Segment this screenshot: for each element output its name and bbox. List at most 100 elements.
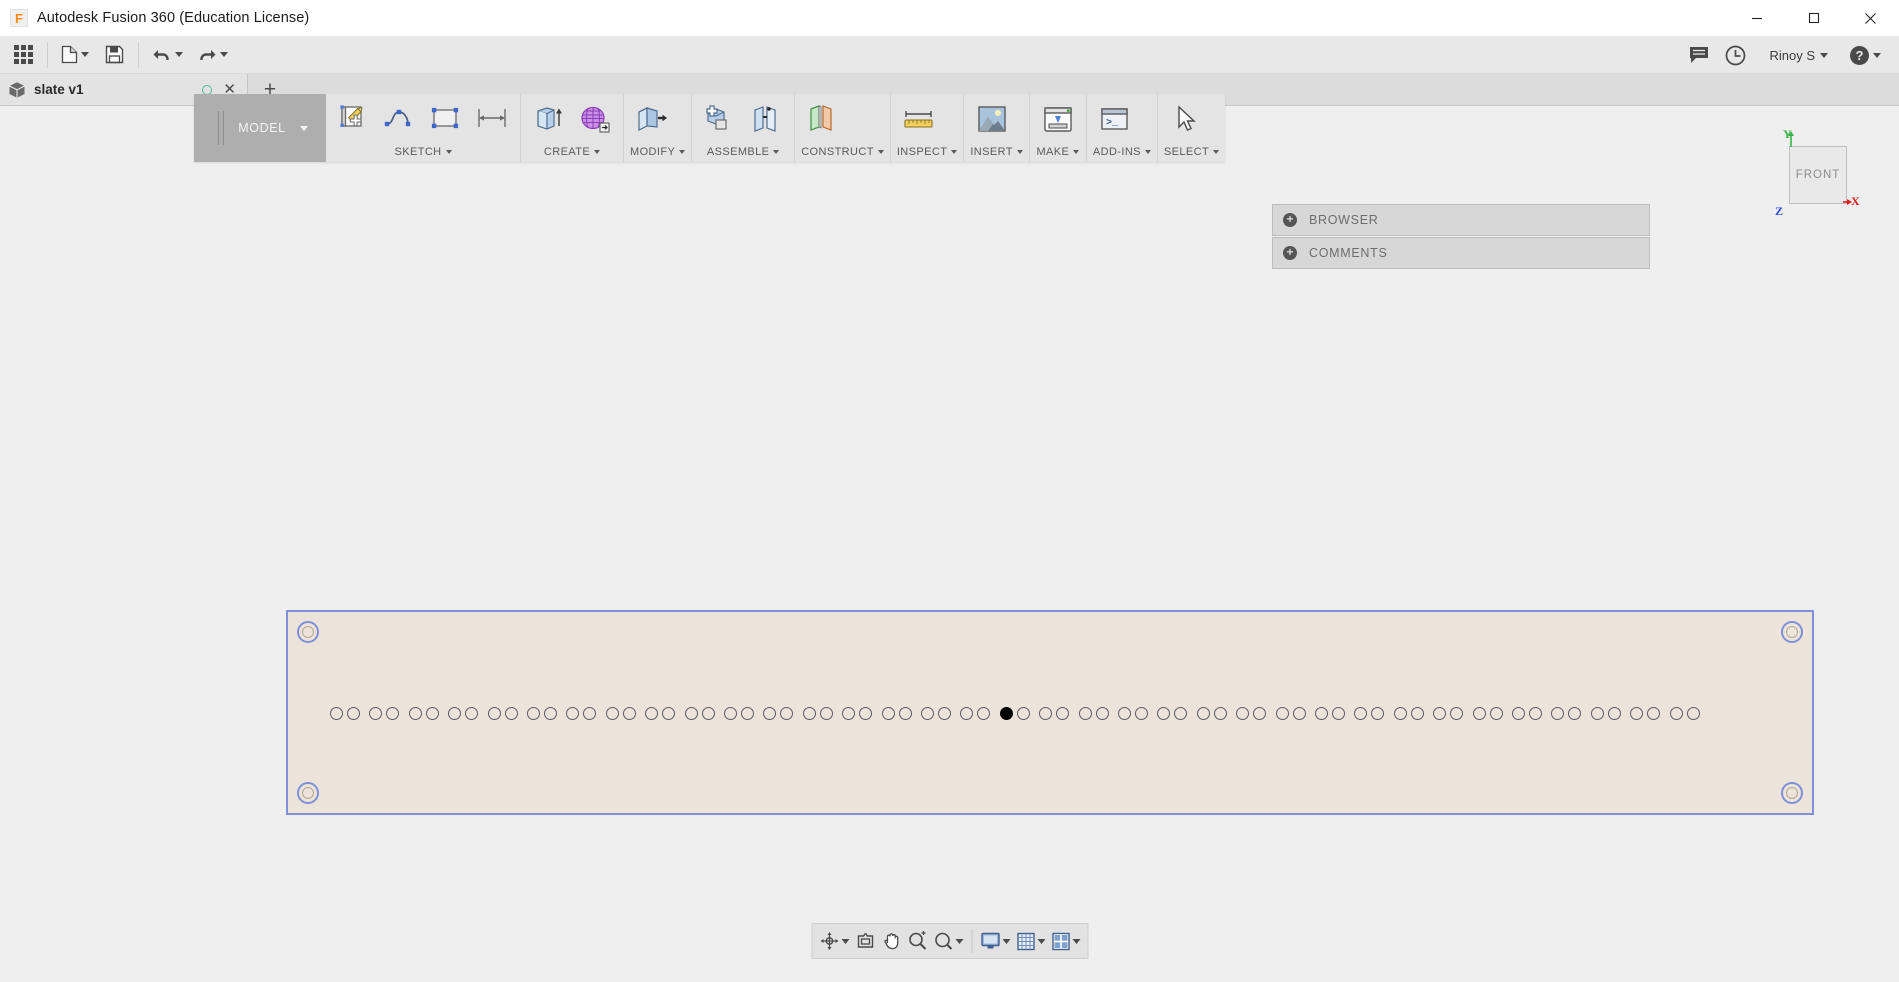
counterbore-hole-bottom-right[interactable] [1781, 782, 1803, 804]
undo-button[interactable] [148, 39, 187, 71]
browser-panel-header[interactable]: + BROWSER [1272, 204, 1650, 236]
hole[interactable] [1078, 707, 1092, 720]
ribbon-panel-label[interactable]: ASSEMBLE [698, 144, 788, 160]
ribbon-panel-label[interactable]: INSERT [970, 144, 1023, 160]
hole[interactable] [583, 707, 597, 720]
hole[interactable] [1095, 707, 1109, 720]
pan-button[interactable] [878, 926, 904, 956]
view-cube-face-front[interactable]: FRONT [1789, 146, 1847, 204]
hole[interactable] [465, 707, 479, 720]
hole[interactable] [645, 707, 659, 720]
hole[interactable] [369, 707, 383, 720]
hole[interactable] [1686, 707, 1700, 720]
hole[interactable] [622, 707, 636, 720]
display-settings-button[interactable] [977, 926, 1013, 956]
measure-tool[interactable] [897, 98, 941, 140]
scripts-addins-tool[interactable]: >_ [1093, 98, 1137, 140]
hole[interactable] [566, 707, 580, 720]
hole[interactable] [898, 707, 912, 720]
maximize-button[interactable] [1785, 0, 1842, 36]
app-grid-button[interactable] [8, 39, 38, 71]
comments-button[interactable] [1684, 39, 1714, 71]
hole[interactable] [1512, 707, 1525, 720]
ribbon-panel-label[interactable]: CREATE [527, 144, 617, 160]
viewports-button[interactable] [1048, 926, 1083, 956]
look-at-button[interactable] [852, 926, 878, 956]
new-component-tool[interactable] [698, 98, 742, 140]
ribbon-panel-label[interactable]: MODIFY [630, 144, 686, 160]
sketch-dimension-tool[interactable] [470, 98, 514, 140]
hole[interactable] [1472, 707, 1486, 720]
hole[interactable] [1135, 707, 1148, 720]
hole[interactable] [504, 707, 518, 720]
hole[interactable] [1118, 707, 1131, 720]
hole[interactable] [1607, 707, 1621, 720]
hole[interactable] [921, 707, 934, 720]
hole[interactable] [780, 707, 794, 720]
hole[interactable] [763, 707, 777, 720]
hole[interactable] [1568, 707, 1582, 720]
create-form-tool[interactable] [573, 98, 617, 140]
rectangle-tool[interactable] [424, 98, 468, 140]
redo-button[interactable] [193, 39, 232, 71]
hole[interactable] [1393, 707, 1407, 720]
minimize-button[interactable] [1728, 0, 1785, 36]
hole[interactable] [1529, 707, 1542, 720]
hole[interactable] [1590, 707, 1604, 720]
hole[interactable] [1315, 707, 1328, 720]
slate-body[interactable] [286, 610, 1814, 815]
hole[interactable] [1551, 707, 1565, 720]
hole[interactable] [842, 707, 856, 720]
hole[interactable] [1433, 707, 1447, 720]
grid-snaps-button[interactable] [1013, 926, 1048, 956]
counterbore-hole-bottom-left[interactable] [297, 782, 319, 804]
hole[interactable] [1016, 707, 1030, 720]
joint-tool[interactable] [744, 98, 788, 140]
hole[interactable] [408, 707, 422, 720]
hole[interactable] [1371, 707, 1385, 720]
hole[interactable] [741, 707, 754, 720]
hole[interactable] [1647, 707, 1661, 720]
ribbon-panel-label[interactable]: ADD-INS [1093, 144, 1151, 160]
hole[interactable] [1332, 707, 1345, 720]
create-sketch-tool[interactable] [332, 98, 376, 140]
hole[interactable] [544, 707, 557, 720]
hole[interactable] [1056, 707, 1070, 720]
extrude-tool[interactable] [527, 98, 571, 140]
save-button[interactable] [99, 39, 129, 71]
user-account-button[interactable]: Rinoy S [1763, 39, 1832, 71]
counterbore-hole-top-left[interactable] [297, 621, 319, 643]
hole[interactable] [1630, 707, 1644, 720]
zoom-button[interactable] [904, 926, 930, 956]
hole[interactable] [881, 707, 895, 720]
hole[interactable] [1489, 707, 1503, 720]
orbit-button[interactable] [816, 926, 852, 956]
press-pull-tool[interactable] [630, 98, 674, 140]
3d-print-tool[interactable] [1036, 98, 1080, 140]
expand-icon[interactable]: + [1283, 246, 1297, 260]
hole[interactable] [527, 707, 540, 720]
hole[interactable] [448, 707, 462, 720]
drag-handle-icon[interactable] [218, 111, 225, 145]
hole[interactable] [819, 707, 833, 720]
hole-selected[interactable] [999, 707, 1013, 720]
hole[interactable] [605, 707, 619, 720]
hole[interactable] [938, 707, 951, 720]
comments-panel-header[interactable]: + COMMENTS [1272, 237, 1650, 269]
insert-image-tool[interactable] [970, 98, 1014, 140]
hole[interactable] [1410, 707, 1424, 720]
hole[interactable] [1275, 707, 1289, 720]
new-file-button[interactable] [57, 39, 93, 71]
hole[interactable] [859, 707, 873, 720]
close-button[interactable] [1842, 0, 1899, 36]
hole[interactable] [1196, 707, 1210, 720]
spline-tool[interactable] [378, 98, 422, 140]
hole[interactable] [1174, 707, 1188, 720]
hole[interactable] [1292, 707, 1306, 720]
hole[interactable] [1157, 707, 1171, 720]
help-button[interactable]: ? [1845, 39, 1885, 71]
offset-plane-tool[interactable] [801, 98, 845, 140]
select-tool[interactable] [1164, 98, 1208, 140]
ribbon-panel-label[interactable]: SKETCH [332, 144, 514, 160]
workspace-switcher-button[interactable]: MODEL [194, 94, 326, 162]
